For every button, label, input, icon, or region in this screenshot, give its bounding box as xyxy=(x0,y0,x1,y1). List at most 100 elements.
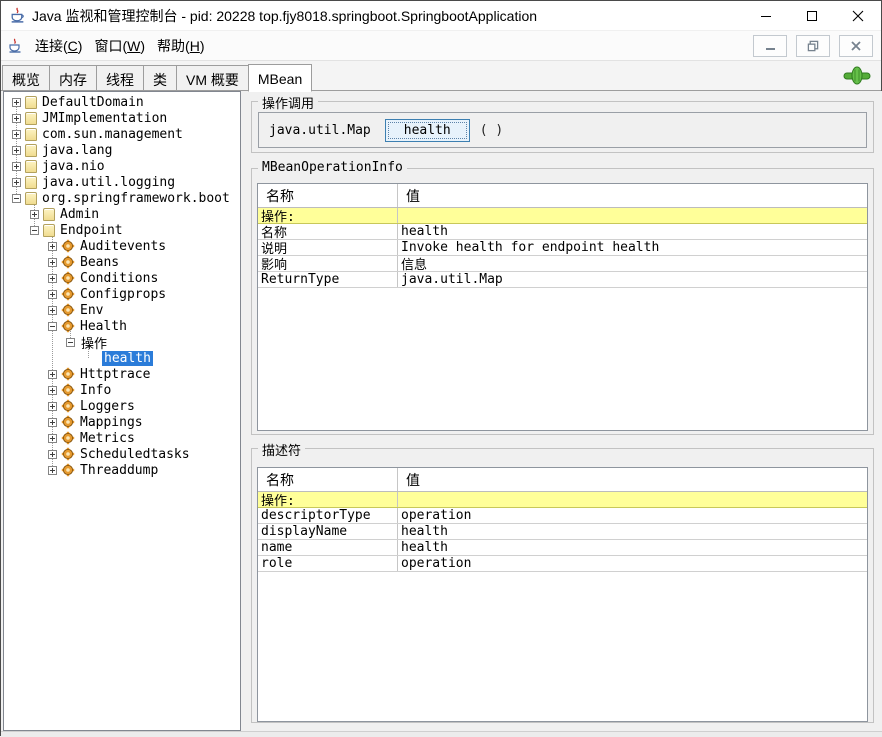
expand-toggle[interactable] xyxy=(48,402,57,411)
jconsole-window: Java 监视和管理控制台 - pid: 20228 top.fjy8018.s… xyxy=(0,0,882,736)
column-header-value[interactable]: 值 xyxy=(398,468,867,491)
collapse-toggle[interactable] xyxy=(30,226,39,235)
table-row-section[interactable]: 操作: xyxy=(258,208,867,224)
expand-toggle[interactable] xyxy=(12,178,21,187)
frame-minimize-button[interactable] xyxy=(753,35,787,57)
expand-toggle[interactable] xyxy=(48,242,57,251)
expand-toggle[interactable] xyxy=(48,290,57,299)
tree-item-health-operation[interactable]: health xyxy=(4,350,240,366)
expand-toggle[interactable] xyxy=(12,114,21,123)
tree-item-com-sun-management[interactable]: com.sun.management xyxy=(4,126,240,142)
tree-item-label: Admin xyxy=(58,207,101,222)
tree-item-admin[interactable]: Admin xyxy=(4,206,240,222)
tree-item-metrics[interactable]: Metrics xyxy=(4,430,240,446)
tab-memory[interactable]: 内存 xyxy=(49,65,96,91)
tab-threads[interactable]: 线程 xyxy=(96,65,143,91)
column-header-value[interactable]: 值 xyxy=(398,184,867,207)
expand-toggle[interactable] xyxy=(48,274,57,283)
window-maximize-button[interactable] xyxy=(789,1,835,31)
folder-icon xyxy=(25,112,37,125)
table-row[interactable]: displayNamehealth xyxy=(258,524,867,540)
tree-item-java-lang[interactable]: java.lang xyxy=(4,142,240,158)
mbean-icon xyxy=(61,287,75,301)
window-minimize-button[interactable] xyxy=(743,1,789,31)
tree-item-info[interactable]: Info xyxy=(4,382,240,398)
table-row[interactable]: roleoperation xyxy=(258,556,867,572)
invoke-health-button[interactable]: health xyxy=(385,119,470,142)
frame-close-button[interactable] xyxy=(839,35,873,57)
connection-status[interactable] xyxy=(843,66,871,90)
menu-help[interactable]: 帮助(H) xyxy=(151,33,210,59)
table-row[interactable]: 说明Invoke health for endpoint health xyxy=(258,240,867,256)
tree-item-jmimplementation[interactable]: JMImplementation xyxy=(4,110,240,126)
folder-icon xyxy=(25,192,37,205)
tree-item-auditevents[interactable]: Auditevents xyxy=(4,238,240,254)
tree-item-mappings[interactable]: Mappings xyxy=(4,414,240,430)
operation-invocation-group: 操作调用 java.util.Map health ( ) xyxy=(251,101,874,153)
tree-item-defaultdomain[interactable]: DefaultDomain xyxy=(4,94,240,110)
mbean-icon xyxy=(61,431,75,445)
tree-item-threaddump[interactable]: Threaddump xyxy=(4,462,240,478)
cell-value: health xyxy=(398,540,867,555)
cell-name: 说明 xyxy=(258,240,398,255)
table-row[interactable]: 名称health xyxy=(258,224,867,240)
window-close-button[interactable] xyxy=(835,1,881,31)
group-title: MBeanOperationInfo xyxy=(258,160,407,175)
tree-item-httptrace[interactable]: Httptrace xyxy=(4,366,240,382)
expand-toggle[interactable] xyxy=(12,130,21,139)
tree-item-java-nio[interactable]: java.nio xyxy=(4,158,240,174)
expand-toggle[interactable] xyxy=(12,162,21,171)
tree-item-configprops[interactable]: Configprops xyxy=(4,286,240,302)
expand-toggle[interactable] xyxy=(12,146,21,155)
expand-toggle[interactable] xyxy=(30,210,39,219)
table-row[interactable]: namehealth xyxy=(258,540,867,556)
tab-classes[interactable]: 类 xyxy=(143,65,176,91)
operation-row: java.util.Map health ( ) xyxy=(258,112,867,148)
table-row-section[interactable]: 操作: xyxy=(258,492,867,508)
cell-value: operation xyxy=(398,556,867,571)
tree-item-org-springframework-boot[interactable]: org.springframework.boot xyxy=(4,190,240,206)
connection-plug-icon xyxy=(843,66,871,85)
collapse-toggle[interactable] xyxy=(48,322,57,331)
tree-item-label: Endpoint xyxy=(58,223,125,238)
expand-toggle[interactable] xyxy=(48,258,57,267)
expand-toggle[interactable] xyxy=(48,434,57,443)
menu-window[interactable]: 窗口(W) xyxy=(88,33,151,59)
collapse-toggle[interactable] xyxy=(66,338,75,347)
tree-item-health[interactable]: Health xyxy=(4,318,240,334)
tab-mbean[interactable]: MBean xyxy=(248,64,312,92)
table-row[interactable]: 影响信息 xyxy=(258,256,867,272)
tree-item-scheduledtasks[interactable]: Scheduledtasks xyxy=(4,446,240,462)
folder-icon xyxy=(25,128,37,141)
column-header-name[interactable]: 名称 xyxy=(258,184,398,207)
tree-item-conditions[interactable]: Conditions xyxy=(4,270,240,286)
column-header-name[interactable]: 名称 xyxy=(258,468,398,491)
tree-item-env[interactable]: Env xyxy=(4,302,240,318)
expand-toggle[interactable] xyxy=(12,98,21,107)
menu-connection[interactable]: 连接(C) xyxy=(29,33,88,59)
tree-item-label: Scheduledtasks xyxy=(78,447,192,462)
table-row[interactable]: descriptorTypeoperation xyxy=(258,508,867,524)
tree-item-operations[interactable]: 操作 xyxy=(4,334,240,350)
tree-item-java-util-logging[interactable]: java.util.logging xyxy=(4,174,240,190)
table-row[interactable]: ReturnTypejava.util.Map xyxy=(258,272,867,288)
tree-item-endpoint[interactable]: Endpoint xyxy=(4,222,240,238)
window-bottom-edge xyxy=(1,731,882,737)
tab-vm-summary[interactable]: VM 概要 xyxy=(176,65,248,91)
expand-toggle[interactable] xyxy=(48,370,57,379)
menu-label: 连接( xyxy=(35,38,68,54)
frame-restore-button[interactable] xyxy=(796,35,830,57)
tree-item-beans[interactable]: Beans xyxy=(4,254,240,270)
tab-overview[interactable]: 概览 xyxy=(2,65,49,91)
close-icon xyxy=(851,41,861,51)
expand-toggle[interactable] xyxy=(48,418,57,427)
operation-info-group: MBeanOperationInfo 名称 值 操作: 名称health 说明I… xyxy=(251,168,874,435)
expand-toggle[interactable] xyxy=(48,306,57,315)
tree-item-label: com.sun.management xyxy=(40,127,185,142)
tree-item-loggers[interactable]: Loggers xyxy=(4,398,240,414)
mbean-icon xyxy=(61,399,75,413)
collapse-toggle[interactable] xyxy=(12,194,21,203)
expand-toggle[interactable] xyxy=(48,386,57,395)
expand-toggle[interactable] xyxy=(48,450,57,459)
expand-toggle[interactable] xyxy=(48,466,57,475)
